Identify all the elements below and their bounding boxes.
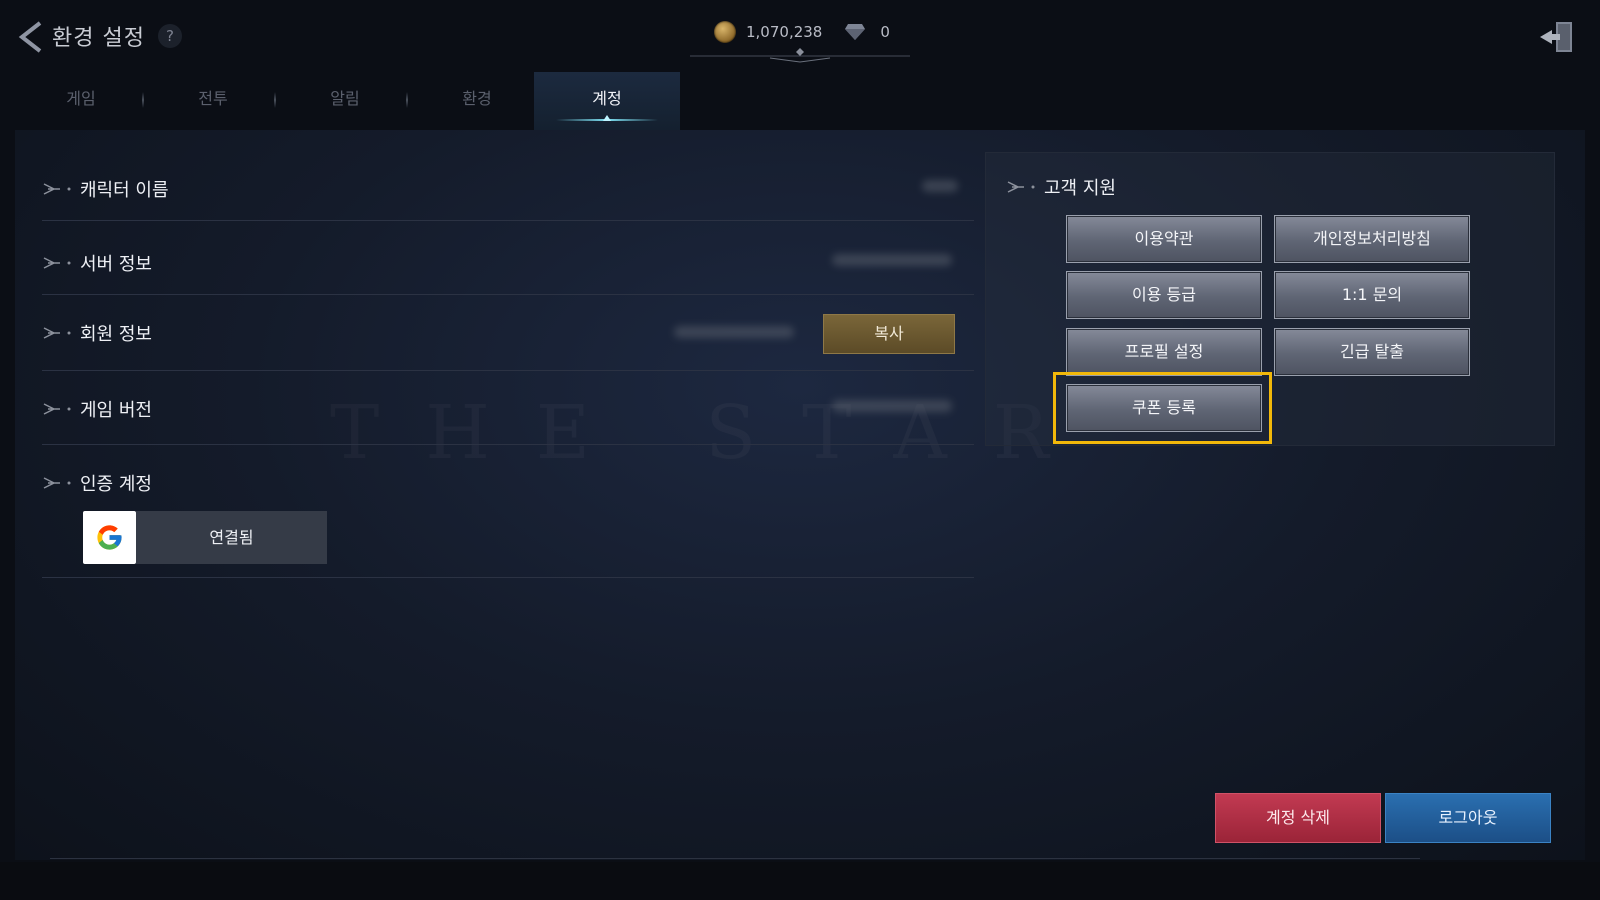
row-bullet-icon [43, 477, 71, 489]
tab-combat[interactable]: 전투 [148, 72, 278, 130]
gold-coin-icon [714, 21, 736, 43]
tab-separator-icon [142, 92, 144, 108]
auth-account-label: 인증 계정 [80, 474, 152, 495]
tab-account[interactable]: 계정 [534, 72, 680, 130]
tab-account-label: 계정 [592, 89, 622, 108]
row-character-name: 캐릭터 이름 [42, 168, 974, 221]
server-info-value [832, 254, 952, 266]
delete-account-button[interactable]: 계정 삭제 [1215, 793, 1381, 843]
character-name-value [922, 180, 958, 192]
bottom-strip [0, 862, 1600, 900]
row-bullet-icon [1007, 181, 1035, 193]
tab-game[interactable]: 게임 [16, 72, 146, 130]
row-server-info: 서버 정보 [42, 242, 974, 295]
character-name-label: 캐릭터 이름 [80, 180, 169, 201]
google-logo-box [83, 511, 136, 564]
coupon-highlight-box [1053, 372, 1272, 444]
customer-support-label: 고객 지원 [1044, 178, 1116, 199]
back-arrow-icon[interactable] [16, 20, 46, 54]
member-info-label: 회원 정보 [80, 324, 152, 345]
server-info-label: 서버 정보 [80, 254, 152, 275]
tab-notification[interactable]: 알림 [280, 72, 410, 130]
game-version-label: 게임 버전 [80, 400, 152, 421]
row-bullet-icon [43, 403, 71, 415]
tab-bar: 게임 전투 알림 환경 계정 [16, 72, 1586, 132]
row-bullet-icon [43, 183, 71, 195]
profile-settings-button[interactable]: 프로필 설정 [1066, 328, 1262, 376]
tab-environment[interactable]: 환경 [412, 72, 542, 130]
active-tab-pip [603, 115, 611, 121]
bottom-divider [50, 858, 1420, 859]
terms-button[interactable]: 이용약관 [1066, 215, 1262, 263]
currency-display: 1,070,238 0 [714, 18, 890, 46]
diamond-gem-icon [845, 24, 866, 40]
game-version-value [832, 400, 952, 412]
google-icon [97, 525, 122, 550]
inquiry-button[interactable]: 1:1 문의 [1274, 271, 1470, 319]
emergency-escape-button[interactable]: 긴급 탈출 [1274, 328, 1470, 376]
privacy-policy-button[interactable]: 개인정보처리방침 [1274, 215, 1470, 263]
tab-separator-icon [406, 92, 408, 108]
gem-amount: 0 [880, 23, 890, 41]
customer-support-title: 고객 지원 [1006, 174, 1116, 200]
connected-button: 연결됨 [136, 511, 327, 564]
logout-button[interactable]: 로그아웃 [1385, 793, 1551, 843]
member-info-value [674, 326, 794, 338]
top-bar: 환경 설정 ? 1,070,238 0 [0, 0, 1600, 72]
age-rating-button[interactable]: 이용 등급 [1066, 271, 1262, 319]
page-title: 환경 설정 [52, 26, 145, 51]
gold-amount: 1,070,238 [746, 23, 823, 41]
copy-button[interactable]: 복사 [823, 314, 955, 354]
google-account-link[interactable]: 연결됨 [83, 511, 327, 564]
currency-ornament [690, 48, 910, 63]
help-icon[interactable]: ? [158, 24, 182, 48]
tab-separator-icon [274, 92, 276, 108]
row-bullet-icon [43, 257, 71, 269]
row-bullet-icon [43, 327, 71, 339]
exit-door-icon[interactable] [1538, 20, 1576, 54]
row-game-version: 게임 버전 [42, 390, 974, 445]
